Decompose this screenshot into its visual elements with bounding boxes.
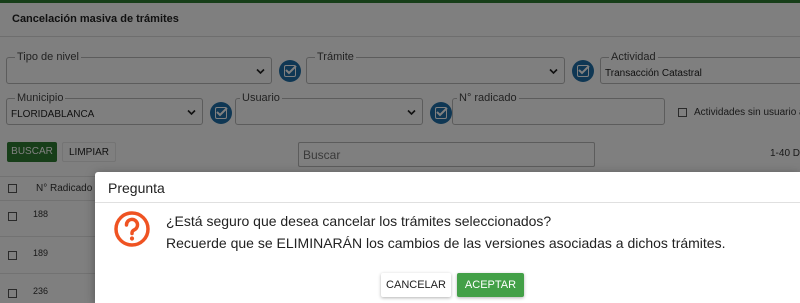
accept-button[interactable]: ACEPTAR	[457, 273, 524, 297]
dialog-message-line-1: ¿Está seguro que desea cancelar los trám…	[166, 213, 552, 229]
confirm-dialog: Pregunta ¿Está seguro que desea cancelar…	[95, 172, 800, 303]
dialog-title-divider	[95, 202, 800, 203]
dialog-title: Pregunta	[108, 180, 165, 196]
cancel-button[interactable]: CANCELAR	[381, 273, 451, 297]
question-circle-icon	[113, 210, 151, 248]
dialog-message-line-2: Recuerde que se ELIMINARÁN los cambios d…	[166, 235, 726, 251]
